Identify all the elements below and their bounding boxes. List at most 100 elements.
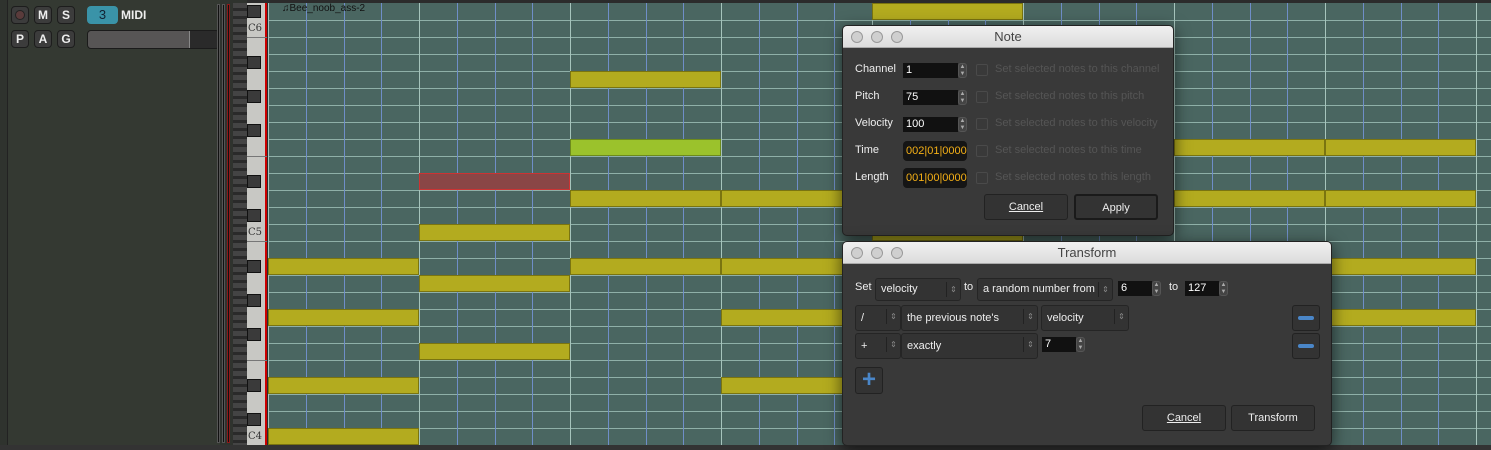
record-button[interactable] (11, 6, 29, 24)
minimize-button[interactable] (871, 247, 883, 259)
black-key[interactable] (247, 5, 261, 18)
from-value-input[interactable]: 6 (1118, 281, 1152, 296)
midi-note[interactable] (268, 377, 419, 394)
updown-icon: ⇕ (1098, 282, 1112, 297)
zoom-button[interactable] (891, 31, 903, 43)
group-button[interactable]: G (57, 30, 75, 48)
operator-select[interactable]: / ⇕ (855, 305, 901, 331)
property-select[interactable]: velocity ⇕ (875, 278, 961, 301)
length-checkbox[interactable] (976, 172, 988, 184)
mini-keyboard[interactable] (233, 3, 247, 445)
property-value: velocity (1047, 312, 1084, 324)
updown-icon: ⇕ (886, 309, 900, 324)
midi-note[interactable] (570, 190, 721, 207)
source-value: exactly (907, 340, 942, 352)
level-meter (227, 4, 230, 443)
automation-button[interactable]: A (34, 30, 52, 48)
length-input[interactable]: 001|00|0000 (903, 168, 967, 188)
black-key[interactable] (247, 260, 261, 273)
remove-row-button[interactable] (1292, 305, 1320, 331)
pitch-checkbox[interactable] (976, 91, 988, 103)
add-row-button[interactable]: + (855, 367, 883, 394)
from-spinner[interactable]: ▲ ▼ (1152, 281, 1161, 296)
channel-checkbox[interactable] (976, 64, 988, 76)
key-divider (247, 37, 267, 38)
grid-row-line (268, 20, 1491, 21)
beat-line (1438, 3, 1439, 445)
updown-icon: ⇕ (1114, 309, 1128, 324)
beat-line (646, 3, 647, 445)
midi-note[interactable] (419, 275, 570, 292)
black-key[interactable] (247, 294, 261, 307)
solo-button[interactable]: S (57, 6, 75, 24)
track-name[interactable]: MIDI (121, 8, 146, 22)
midi-note[interactable] (1325, 139, 1476, 156)
midi-note[interactable] (268, 309, 419, 326)
track-number[interactable]: 3 (87, 6, 118, 24)
mute-button[interactable]: M (34, 6, 52, 24)
velocity-checkbox[interactable] (976, 118, 988, 130)
velocity-spinner[interactable]: ▲ ▼ (958, 117, 967, 132)
midi-note[interactable] (570, 258, 721, 275)
transform-button[interactable]: Transform (1231, 405, 1315, 431)
midi-note[interactable] (419, 173, 570, 190)
time-input[interactable]: 002|01|0000 (903, 141, 967, 161)
to-value-input[interactable]: 127 (1185, 281, 1219, 296)
operand-spinner[interactable]: ▲ ▼ (1076, 337, 1085, 352)
source-value: a random number from (983, 283, 1095, 295)
velocity-input[interactable]: 100 (903, 117, 958, 132)
midi-note[interactable] (419, 224, 570, 241)
black-key[interactable] (247, 379, 261, 392)
channel-input[interactable]: 1 (903, 63, 958, 78)
midi-note[interactable] (872, 3, 1023, 20)
midi-note[interactable] (570, 139, 721, 156)
volume-fader[interactable] (87, 30, 220, 49)
midi-note[interactable] (419, 343, 570, 360)
midi-note[interactable] (268, 258, 419, 275)
midi-note[interactable] (268, 428, 419, 445)
playlist-button[interactable]: P (11, 30, 29, 48)
midi-note[interactable] (1174, 139, 1325, 156)
transform-dialog: Transform Set velocity ⇕ to a random numb… (842, 241, 1332, 446)
time-checkbox[interactable] (976, 145, 988, 157)
operand-property-select[interactable]: velocity ⇕ (1041, 305, 1129, 331)
source-select[interactable]: a random number from ⇕ (977, 278, 1113, 301)
pitch-spinner[interactable]: ▲ ▼ (958, 90, 967, 105)
close-button[interactable] (851, 31, 863, 43)
midi-note[interactable] (1325, 190, 1476, 207)
operand-source-select[interactable]: exactly ⇕ (901, 333, 1038, 359)
midi-note[interactable] (1325, 258, 1476, 275)
black-key[interactable] (247, 90, 261, 103)
operand-source-select[interactable]: the previous note's ⇕ (901, 305, 1038, 331)
beat-line (1401, 3, 1402, 445)
pitch-checkbox-label: Set selected notes to this pitch (995, 90, 1145, 102)
close-button[interactable] (851, 247, 863, 259)
remove-row-button[interactable] (1292, 333, 1320, 359)
property-value: velocity (881, 283, 918, 295)
black-key[interactable] (247, 209, 261, 222)
apply-button[interactable]: Apply (1074, 194, 1158, 220)
midi-note[interactable] (570, 71, 721, 88)
note-dialog-titlebar[interactable]: Note (843, 26, 1173, 48)
cancel-button[interactable]: Cancel (1142, 405, 1226, 431)
to-label: to (964, 281, 974, 293)
cancel-button[interactable]: Cancel (984, 194, 1068, 220)
midi-note[interactable] (1325, 309, 1476, 326)
black-key[interactable] (247, 56, 261, 69)
operator-select[interactable]: + ⇕ (855, 333, 901, 359)
black-key[interactable] (247, 413, 261, 426)
black-key[interactable] (247, 328, 261, 341)
beat-line (608, 3, 609, 445)
black-key[interactable] (247, 124, 261, 137)
midi-note[interactable] (1174, 190, 1325, 207)
operand-value-input[interactable]: 7 (1042, 337, 1076, 352)
zoom-button[interactable] (891, 247, 903, 259)
black-key[interactable] (247, 175, 261, 188)
pitch-input[interactable]: 75 (903, 90, 958, 105)
velocity-checkbox-label: Set selected notes to this velocity (995, 117, 1158, 129)
transform-dialog-titlebar[interactable]: Transform (843, 242, 1331, 264)
minimize-button[interactable] (871, 31, 883, 43)
channel-spinner[interactable]: ▲ ▼ (958, 63, 967, 78)
to-spinner[interactable]: ▲ ▼ (1219, 281, 1228, 296)
piano-keyboard[interactable]: C6 C5 C4 (247, 3, 267, 446)
